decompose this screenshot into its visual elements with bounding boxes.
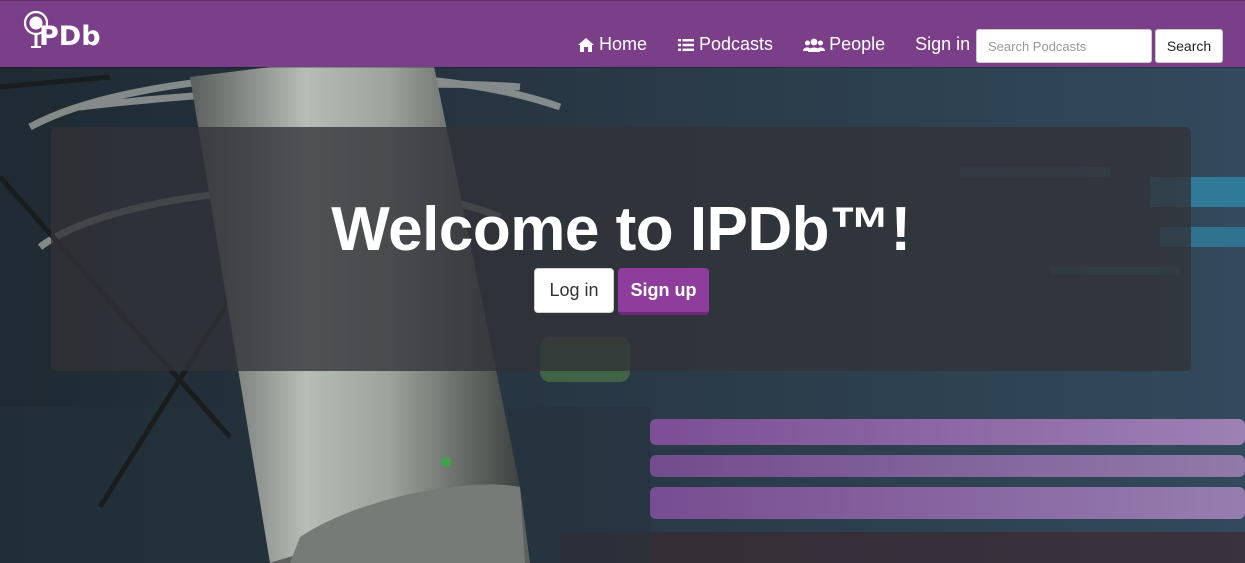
nav-podcasts-label: Podcasts	[699, 34, 774, 54]
sign-up-button[interactable]: Sign up	[618, 268, 709, 315]
nav-people[interactable]: People	[803, 34, 885, 55]
nav-sign-in[interactable]: Sign in	[915, 34, 970, 55]
ipdb-logo[interactable]: PDb	[22, 7, 102, 53]
nav-sign-in-label: Sign in	[915, 34, 971, 54]
logo-text: PDb	[39, 21, 101, 52]
nav-home[interactable]: Home	[577, 34, 647, 55]
search-button[interactable]: Search	[1155, 29, 1223, 63]
search-input[interactable]	[976, 29, 1152, 63]
home-icon	[578, 37, 594, 52]
welcome-jumbotron: Welcome to IPDb™! Log in Sign up	[51, 127, 1191, 371]
nav-podcasts[interactable]: Podcasts	[677, 34, 773, 55]
welcome-title: Welcome to IPDb™!	[331, 195, 911, 264]
microphone-logo-icon: PDb	[23, 10, 101, 52]
top-navbar: PDb Home Podcasts People Sign in Search …	[0, 0, 1245, 67]
nav-people-label: People	[829, 34, 886, 54]
users-icon	[803, 38, 826, 52]
list-icon	[678, 38, 695, 51]
nav-home-label: Home	[599, 34, 648, 54]
log-in-button[interactable]: Log in	[534, 268, 614, 313]
nav-links: Home Podcasts People Sign in	[577, 34, 970, 55]
